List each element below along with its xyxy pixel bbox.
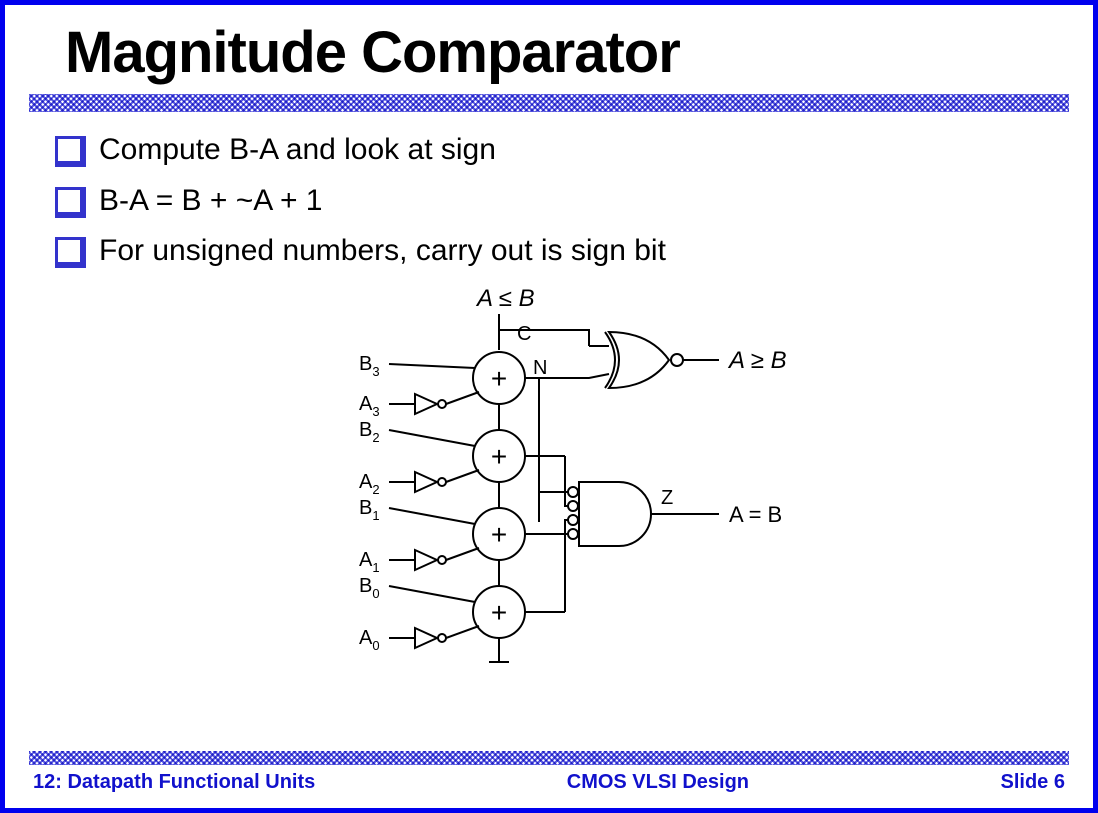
label-b3-sub: 3 xyxy=(372,364,379,379)
label-a2-sub: 2 xyxy=(372,482,379,497)
svg-text:B2: B2 xyxy=(359,419,380,445)
label-b2: B xyxy=(359,419,372,441)
label-a-eq-b: A = B xyxy=(729,502,782,527)
svg-text:B1: B1 xyxy=(359,497,380,523)
slide: Magnitude Comparator Compute B-A and loo… xyxy=(0,0,1098,813)
label-b0-sub: 0 xyxy=(372,586,379,601)
label-b0: B xyxy=(359,575,372,597)
adder-icon: + xyxy=(491,363,507,394)
comparator-schematic: A ≤ B C xyxy=(289,282,809,702)
label-c: C xyxy=(517,323,531,345)
label-n: N xyxy=(533,357,547,379)
label-b1: B xyxy=(359,497,372,519)
label-a-geq-b: A ≥ B xyxy=(727,347,787,374)
svg-text:B3: B3 xyxy=(359,353,380,379)
nor-gate-icon xyxy=(605,332,683,388)
label-a0-sub: 0 xyxy=(372,638,379,653)
bullet-list: Compute B-A and look at sign B-A = B + ~… xyxy=(5,130,1093,272)
slide-title: Magnitude Comparator xyxy=(5,5,1093,94)
and-gate-icon xyxy=(579,482,651,546)
svg-text:B0: B0 xyxy=(359,575,380,601)
label-z: Z xyxy=(661,487,673,509)
label-b2-sub: 2 xyxy=(372,430,379,445)
adder-icon: + xyxy=(491,519,507,550)
label-a1: A xyxy=(359,549,373,571)
footer-right: Slide 6 xyxy=(1001,771,1065,794)
divider-bottom xyxy=(29,751,1069,765)
svg-text:A0: A0 xyxy=(359,627,380,653)
label-b1-sub: 1 xyxy=(372,508,379,523)
label-a3-sub: 3 xyxy=(372,404,379,419)
svg-text:A2: A2 xyxy=(359,471,380,497)
bullet-item: For unsigned numbers, carry out is sign … xyxy=(55,231,1093,272)
label-a2: A xyxy=(359,471,373,493)
inverter-icon xyxy=(415,550,446,570)
label-a0: A xyxy=(359,627,373,649)
footer-left: 12: Datapath Functional Units xyxy=(33,771,315,794)
divider-top xyxy=(29,94,1069,112)
inverter-icon xyxy=(415,394,446,414)
inverter-icon xyxy=(415,628,446,648)
bullet-item: B-A = B + ~A + 1 xyxy=(55,181,1093,222)
label-a1-sub: 1 xyxy=(372,560,379,575)
adder-icon: + xyxy=(491,597,507,628)
circuit-diagram: A ≤ B C xyxy=(5,282,1093,707)
adder-icon: + xyxy=(491,441,507,472)
inverter-icon xyxy=(415,472,446,492)
svg-text:A3: A3 xyxy=(359,393,380,419)
bullet-item: Compute B-A and look at sign xyxy=(55,130,1093,171)
slide-footer: 12: Datapath Functional Units CMOS VLSI … xyxy=(5,751,1093,808)
footer-center: CMOS VLSI Design xyxy=(567,771,749,794)
label-a-leq-b: A ≤ B xyxy=(475,285,535,312)
label-a3: A xyxy=(359,393,373,415)
label-b3: B xyxy=(359,353,372,375)
svg-text:A1: A1 xyxy=(359,549,380,575)
